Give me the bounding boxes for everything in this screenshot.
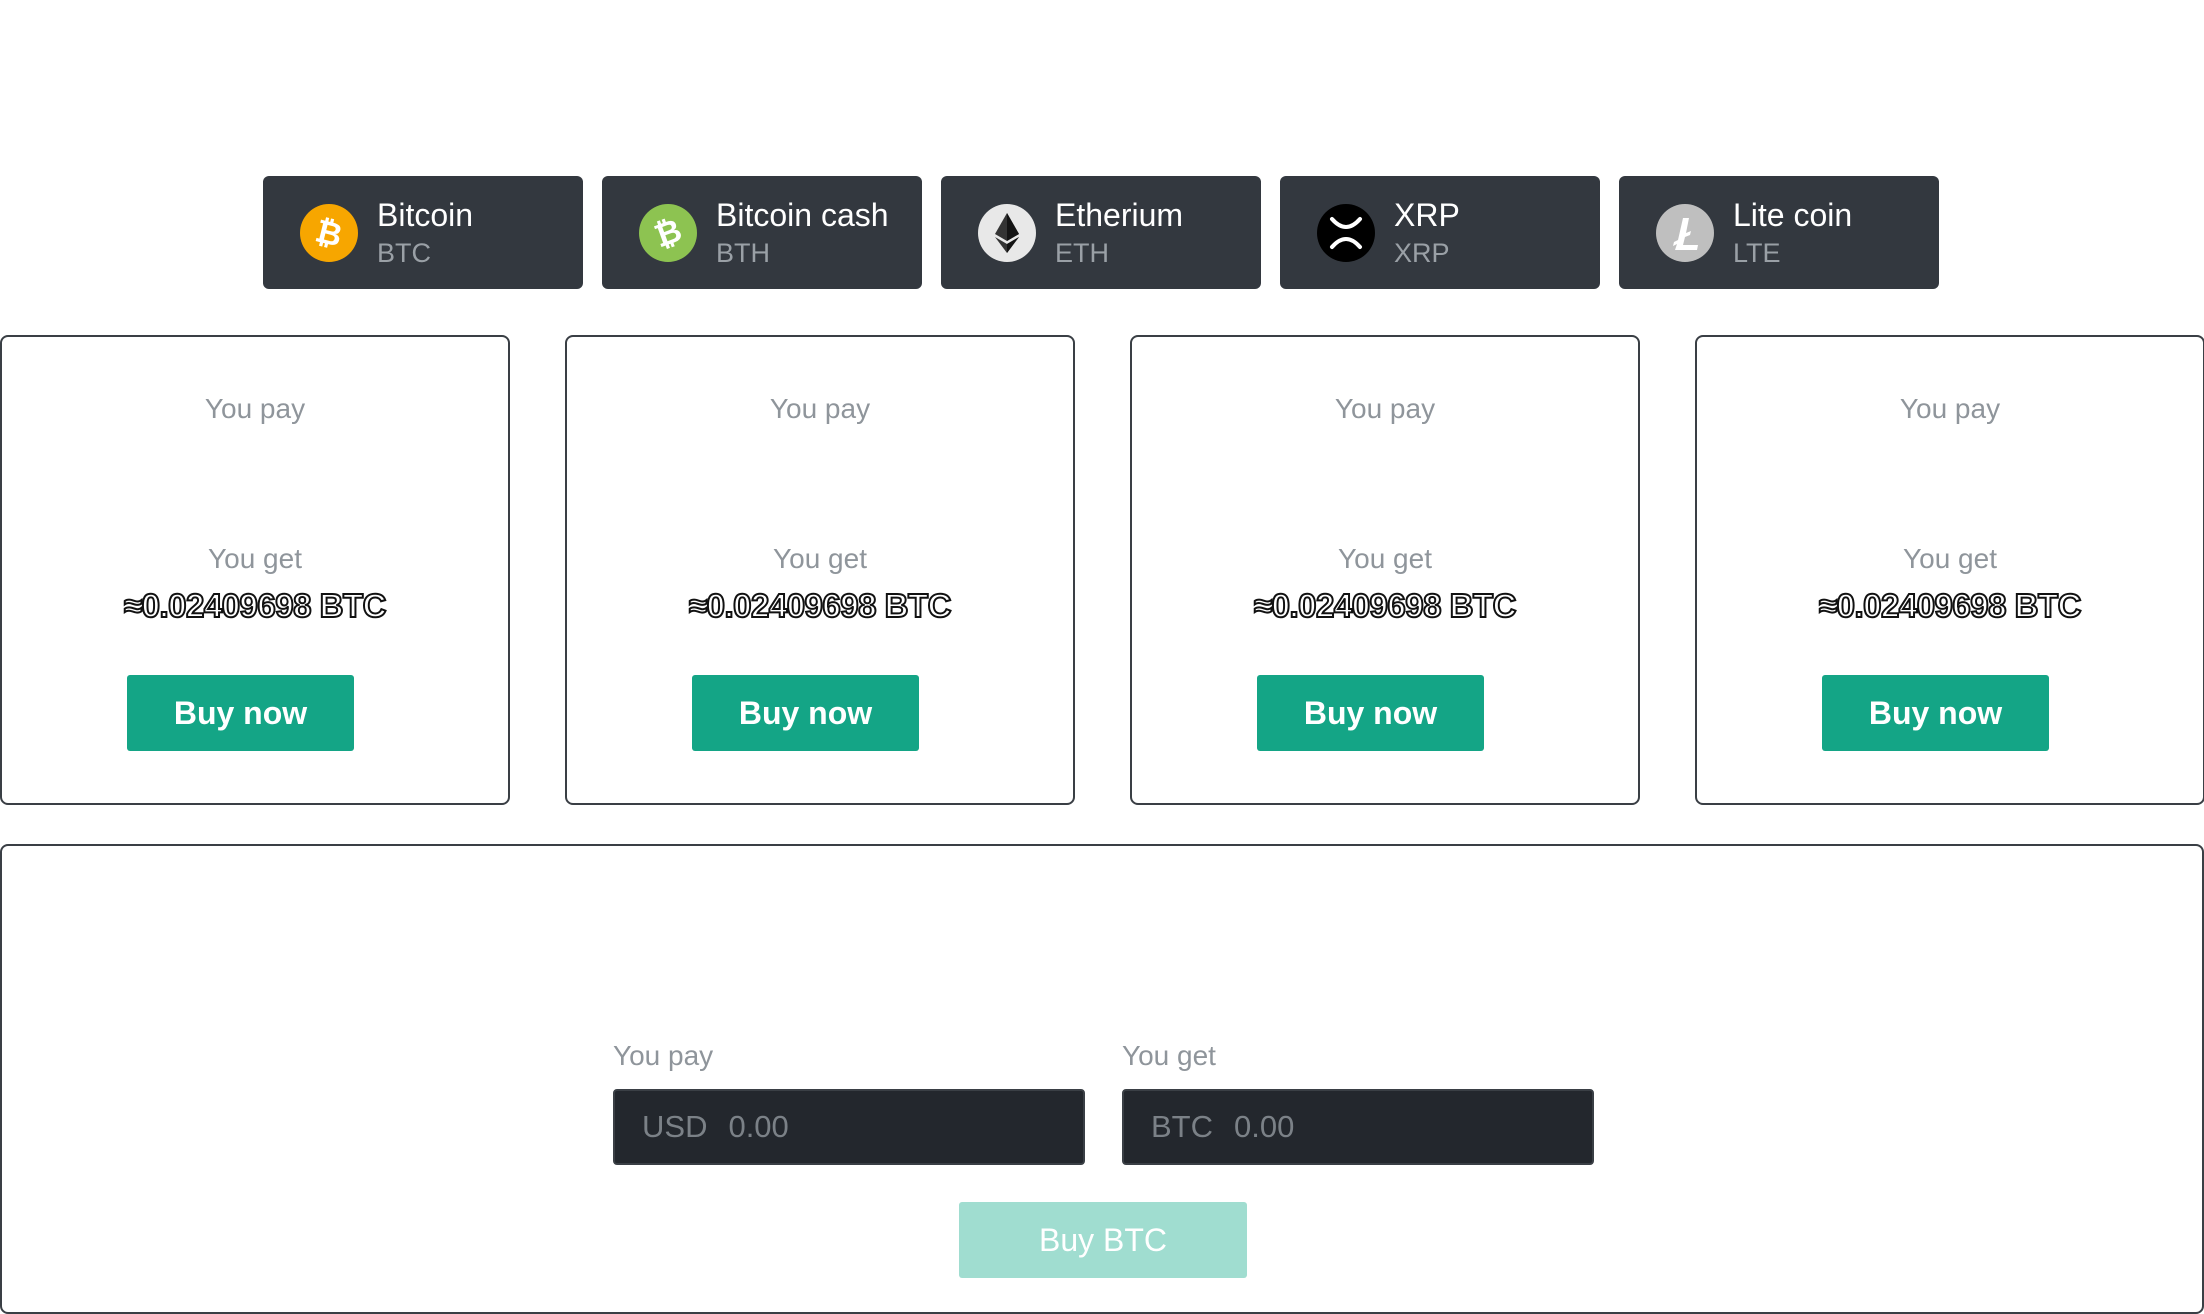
coin-tab-ethereum[interactable]: Etherium ETH: [941, 176, 1261, 289]
offer-card: You pay You get ≈0.02409698 BTC Buy now: [0, 335, 510, 805]
you-pay-label: You pay: [204, 393, 306, 424]
bitcoin-cash-icon: ₿: [639, 203, 697, 262]
exchange-panel: You pay USD You get BTC Buy BTC: [0, 844, 2204, 1314]
coin-name: Bitcoin: [377, 196, 474, 233]
pay-field[interactable]: USD: [613, 1089, 1085, 1165]
you-get-label: You get: [1122, 1040, 1216, 1071]
get-currency: BTC: [1151, 1109, 1213, 1144]
buy-btc-button[interactable]: Buy BTC: [959, 1202, 1247, 1278]
buy-now-button[interactable]: Buy now: [127, 675, 354, 751]
pay-currency: USD: [642, 1109, 708, 1144]
get-amount-input[interactable]: [1234, 1109, 1534, 1145]
buy-now-button[interactable]: Buy now: [1257, 675, 1484, 751]
coin-tab-xrp[interactable]: XRP XRP: [1280, 176, 1600, 289]
btc-amount: ≈0.02409698 BTC: [688, 586, 952, 625]
offer-cards: You pay You get ≈0.02409698 BTC Buy now …: [0, 335, 2204, 805]
svg-text:₿: ₿: [650, 211, 687, 254]
you-pay-label: You pay: [1334, 393, 1436, 424]
you-get-label: You get: [1338, 543, 1432, 574]
coin-name: Bitcoin cash: [716, 196, 889, 233]
you-get-label: You get: [208, 543, 302, 574]
coin-symbol: XRP: [1394, 237, 1450, 268]
you-pay-label: You pay: [769, 393, 871, 424]
coin-symbol: BTH: [716, 237, 770, 268]
coin-symbol: ETH: [1055, 237, 1109, 268]
coin-name: Etherium: [1055, 196, 1184, 233]
btc-amount: ≈0.02409698 BTC: [123, 586, 387, 625]
coin-tab-bitcoin[interactable]: ₿ Bitcoin BTC: [263, 176, 583, 289]
get-field[interactable]: BTC: [1122, 1089, 1594, 1165]
coin-tab-litecoin[interactable]: Lite coin LTE: [1619, 176, 1939, 289]
you-get-label: You get: [773, 543, 867, 574]
coin-symbol: LTE: [1733, 237, 1781, 268]
bitcoin-icon: ₿: [300, 203, 358, 262]
coin-tabs: ₿ Bitcoin BTC ₿ Bitcoin cash BTH Etheriu…: [263, 176, 1939, 289]
buy-now-button[interactable]: Buy now: [1822, 675, 2049, 751]
xrp-icon: [1317, 203, 1375, 262]
you-pay-label: You pay: [613, 1040, 714, 1071]
offer-card: You pay You get ≈0.02409698 BTC Buy now: [565, 335, 1075, 805]
coin-symbol: BTC: [377, 237, 431, 268]
offer-card: You pay You get ≈0.02409698 BTC Buy now: [1695, 335, 2204, 805]
buy-now-button[interactable]: Buy now: [692, 675, 919, 751]
pay-amount-input[interactable]: [728, 1109, 1029, 1145]
offer-card: You pay You get ≈0.02409698 BTC Buy now: [1130, 335, 1640, 805]
litecoin-icon: [1656, 203, 1714, 262]
coin-tab-bitcoin-cash[interactable]: ₿ Bitcoin cash BTH: [602, 176, 922, 289]
coin-name: XRP: [1394, 196, 1460, 233]
btc-amount: ≈0.02409698 BTC: [1253, 586, 1517, 625]
ethereum-icon: [978, 203, 1036, 262]
btc-amount: ≈0.02409698 BTC: [1818, 586, 2082, 625]
you-get-label: You get: [1903, 543, 1997, 574]
coin-name: Lite coin: [1733, 196, 1853, 233]
you-pay-label: You pay: [1899, 393, 2001, 424]
svg-text:₿: ₿: [312, 212, 346, 253]
